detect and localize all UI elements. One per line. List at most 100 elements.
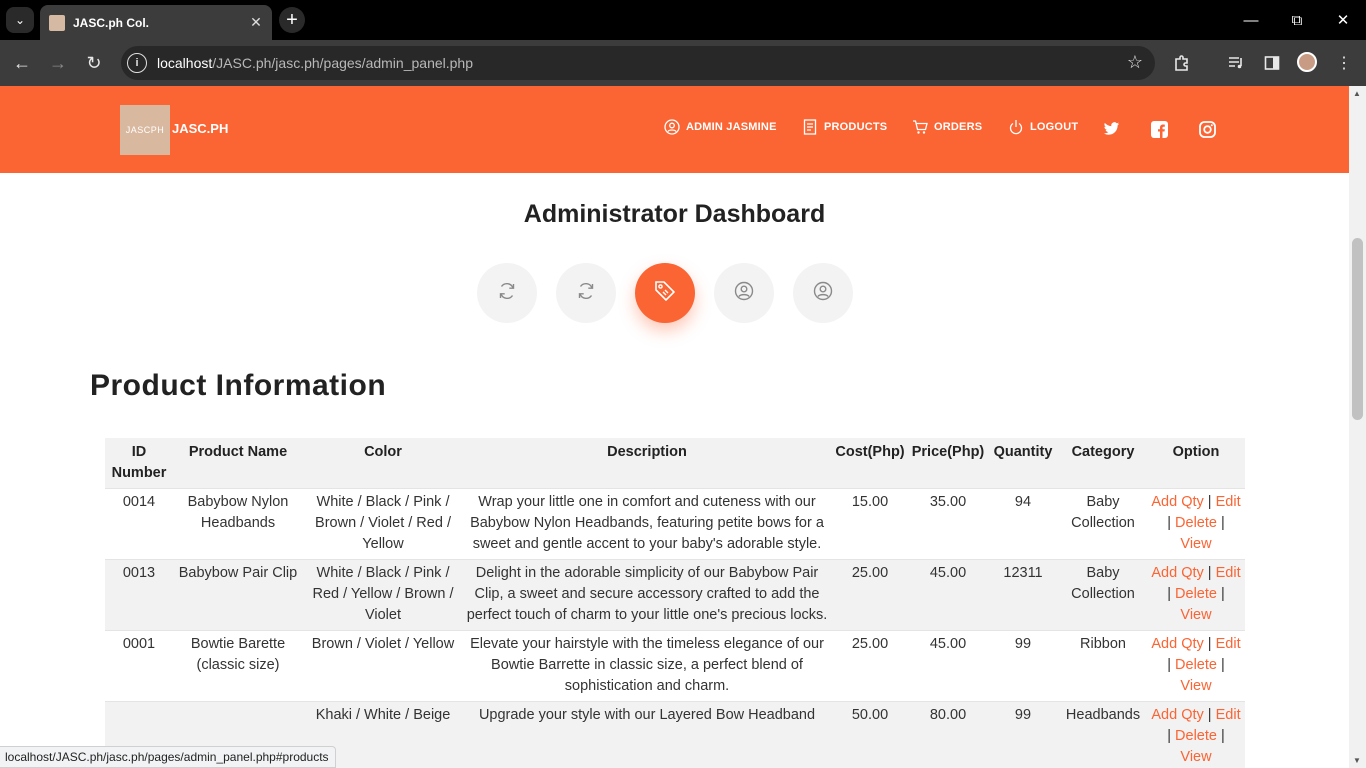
cell-id: 0001 (105, 630, 173, 702)
side-panel-icon[interactable] (1260, 51, 1284, 75)
cell-cost: 15.00 (831, 488, 909, 560)
logo-text[interactable]: JASC.PH (172, 121, 228, 136)
cell-description: Delight in the adorable simplicity of ou… (463, 559, 831, 631)
scroll-down-arrow-icon[interactable]: ▼ (1353, 756, 1361, 765)
scrollbar-thumb[interactable] (1352, 238, 1363, 420)
col-header-category: Category (1059, 438, 1147, 489)
cell-quantity: 99 (987, 630, 1059, 702)
cell-options: Add Qty | Edit | Delete | View (1147, 488, 1245, 560)
col-header-color: Color (303, 438, 463, 489)
tab-title: JASC.ph Col. (73, 15, 150, 30)
cell-category: Headbands (1059, 701, 1147, 768)
address-bar[interactable]: i localhost/JASC.ph/jasc.ph/pages/admin_… (121, 46, 1155, 80)
delete-link[interactable]: Delete (1175, 728, 1217, 744)
col-header-price: Price(Php) (909, 438, 987, 489)
site-info-icon[interactable]: i (127, 53, 147, 73)
dashboard-title: Administrator Dashboard (523, 200, 826, 228)
scroll-up-arrow-icon[interactable]: ▲ (1353, 89, 1361, 98)
edit-link[interactable]: Edit (1216, 565, 1241, 581)
cell-id: 0013 (105, 559, 173, 631)
user-circle-icon (734, 281, 754, 306)
cell-id: 0014 (105, 488, 173, 560)
tab-close-icon[interactable]: ✕ (246, 14, 266, 31)
tab-search-button[interactable]: ⌄ (6, 7, 34, 33)
instagram-icon[interactable] (1197, 119, 1217, 139)
cell-options: Add Qty | Edit | Delete | View (1147, 630, 1245, 702)
cell-price: 35.00 (909, 488, 987, 560)
browser-tab[interactable]: JASC.ph Col. ✕ (40, 5, 272, 40)
site-header: JASCPH JASC.PH ADMIN JASMINE PRODUCTS OR… (0, 86, 1349, 173)
add-qty-link[interactable]: Add Qty (1151, 707, 1203, 723)
cell-name: Babybow Nylon Headbands (173, 488, 303, 560)
view-link[interactable]: View (1180, 607, 1211, 623)
edit-link[interactable]: Edit (1216, 494, 1241, 510)
cell-category: Baby Collection (1059, 488, 1147, 560)
cell-color: White / Black / Pink / Brown / Violet / … (303, 488, 463, 560)
col-header-name: Product Name (173, 438, 303, 489)
add-qty-link[interactable]: Add Qty (1151, 565, 1203, 581)
url-path: /JASC.ph/jasc.ph/pages/admin_panel.php (212, 55, 473, 71)
dashboard-refresh-button-1[interactable] (477, 263, 537, 323)
cell-cost: 25.00 (831, 559, 909, 631)
window-close-icon[interactable]: ✕ (1331, 8, 1355, 32)
col-header-quantity: Quantity (987, 438, 1059, 489)
cell-name: Bowtie Barette (classic size) (173, 630, 303, 702)
cell-color: White / Black / Pink / Red / Yellow / Br… (303, 559, 463, 631)
cell-description: Wrap your little one in comfort and cute… (463, 488, 831, 560)
browser-menu-icon[interactable]: ⋮ (1332, 51, 1356, 75)
nav-products[interactable]: PRODUCTS (802, 119, 887, 135)
extensions-icon[interactable] (1170, 51, 1194, 75)
facebook-icon[interactable] (1149, 119, 1169, 139)
cell-price: 80.00 (909, 701, 987, 768)
logo-image[interactable]: JASCPH (120, 105, 170, 155)
restore-icon[interactable]: ⧉ (1285, 8, 1309, 32)
dashboard-user-button-2[interactable] (793, 263, 853, 323)
nav-logout[interactable]: LOGOUT (1008, 119, 1078, 135)
delete-link[interactable]: Delete (1175, 586, 1217, 602)
refresh-icon (576, 281, 596, 306)
bookmark-star-icon[interactable]: ☆ (1127, 52, 1143, 73)
cell-category: Baby Collection (1059, 559, 1147, 631)
twitter-icon[interactable] (1101, 119, 1121, 139)
add-qty-link[interactable]: Add Qty (1151, 636, 1203, 652)
page-scrollbar[interactable]: ▲ ▼ (1349, 86, 1366, 768)
cell-quantity: 99 (987, 701, 1059, 768)
col-header-cost: Cost(Php) (831, 438, 909, 489)
delete-link[interactable]: Delete (1175, 657, 1217, 673)
forward-icon[interactable]: → (46, 51, 70, 75)
nav-admin[interactable]: ADMIN JASMINE (664, 119, 777, 135)
cell-description: Elevate your hairstyle with the timeless… (463, 630, 831, 702)
view-link[interactable]: View (1180, 749, 1211, 765)
view-link[interactable]: View (1180, 536, 1211, 552)
dashboard-refresh-button-2[interactable] (556, 263, 616, 323)
col-header-id: ID Number (105, 438, 173, 489)
cell-options: Add Qty | Edit | Delete | View (1147, 701, 1245, 768)
url-host: localhost (157, 55, 213, 71)
cell-category: Ribbon (1059, 630, 1147, 702)
back-icon[interactable]: ← (10, 51, 34, 75)
browser-tabstrip: ⌄ JASC.ph Col. ✕ + — ⧉ ✕ (0, 0, 1366, 40)
cart-icon (912, 119, 928, 135)
dashboard-user-button-1[interactable] (714, 263, 774, 323)
delete-link[interactable]: Delete (1175, 515, 1217, 531)
document-icon (802, 119, 818, 135)
cell-quantity: 94 (987, 488, 1059, 560)
media-control-icon[interactable] (1224, 51, 1248, 75)
nav-orders[interactable]: ORDERS (912, 119, 982, 135)
view-link[interactable]: View (1180, 678, 1211, 694)
cell-cost: 50.00 (831, 701, 909, 768)
cell-price: 45.00 (909, 559, 987, 631)
profile-avatar[interactable] (1297, 52, 1317, 72)
table-row: 0001 Bowtie Barette (classic size) Brown… (105, 630, 1245, 702)
new-tab-button[interactable]: + (279, 7, 305, 33)
edit-link[interactable]: Edit (1216, 707, 1241, 723)
minimize-icon[interactable]: — (1239, 8, 1263, 32)
table-header-row: ID Number Product Name Color Description… (105, 438, 1245, 489)
col-header-option: Option (1147, 438, 1245, 489)
add-qty-link[interactable]: Add Qty (1151, 494, 1203, 510)
dashboard-products-button[interactable] (635, 263, 695, 323)
reload-icon[interactable]: ↻ (82, 51, 106, 75)
edit-link[interactable]: Edit (1216, 636, 1241, 652)
cell-cost: 25.00 (831, 630, 909, 702)
cell-name: Babybow Pair Clip (173, 559, 303, 631)
